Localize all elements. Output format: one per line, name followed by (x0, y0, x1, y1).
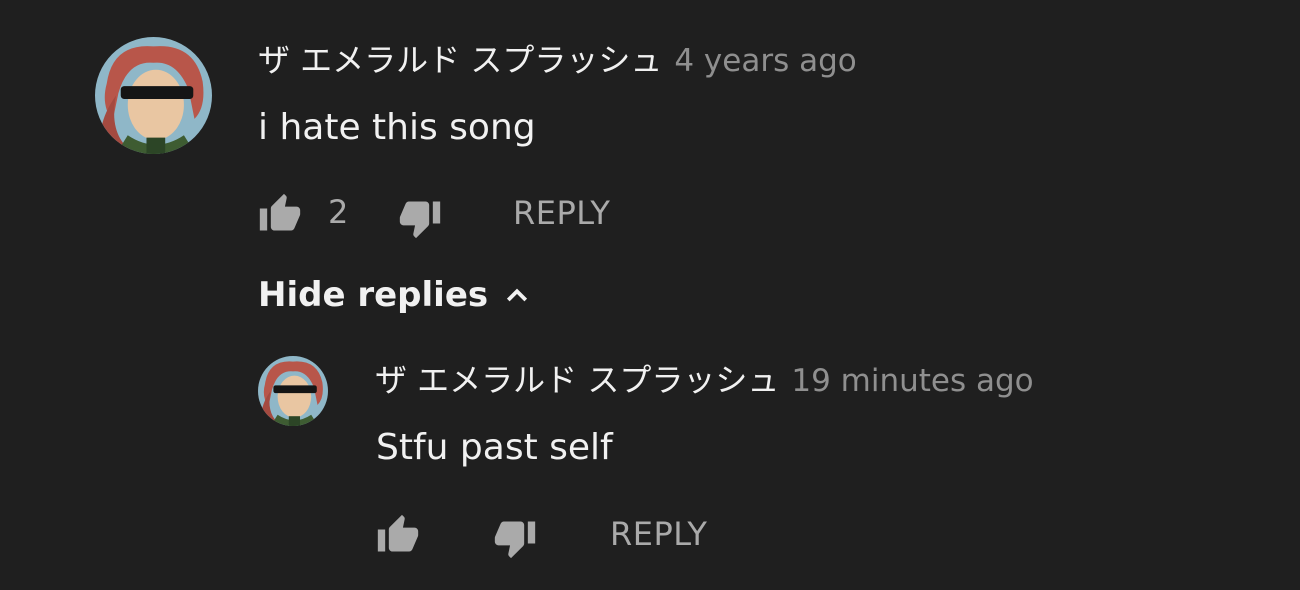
thumbs-down-icon (399, 201, 441, 239)
thumbs-up-icon (377, 514, 419, 552)
comment-thread: ザ エメラルド スプラッシュ 4 years ago i hate this so… (0, 0, 1300, 590)
avatar-icon (258, 356, 328, 426)
thumbs-down-icon (494, 521, 536, 559)
like-button[interactable] (258, 192, 302, 236)
reply-author[interactable]: ザ エメラルド スプラッシュ (375, 361, 779, 399)
reply-avatar[interactable] (258, 356, 328, 426)
comment-header: ザ エメラルド スプラッシュ 4 years ago (258, 44, 857, 77)
hide-replies-button[interactable]: Hide replies (258, 278, 532, 312)
reply-dislike-button[interactable] (493, 516, 537, 560)
reply-like-button[interactable] (376, 513, 420, 557)
like-count: 2 (328, 193, 349, 231)
reply-header: ザ エメラルド スプラッシュ 19 minutes ago (375, 364, 1034, 397)
reply-text: Stfu past self (376, 427, 613, 468)
avatar[interactable] (95, 37, 212, 154)
avatar-icon (95, 37, 212, 154)
reply-reply-button[interactable]: REPLY (610, 518, 707, 550)
comment-author[interactable]: ザ エメラルド スプラッシュ (258, 41, 662, 79)
comment-text: i hate this song (258, 107, 536, 148)
reply-timestamp[interactable]: 19 minutes ago (791, 363, 1033, 399)
reply-button[interactable]: REPLY (513, 197, 610, 229)
chevron-up-icon (502, 280, 532, 310)
dislike-button[interactable] (398, 196, 442, 240)
comment-timestamp[interactable]: 4 years ago (674, 43, 856, 79)
hide-replies-label: Hide replies (258, 275, 489, 315)
thumbs-up-icon (259, 193, 301, 231)
